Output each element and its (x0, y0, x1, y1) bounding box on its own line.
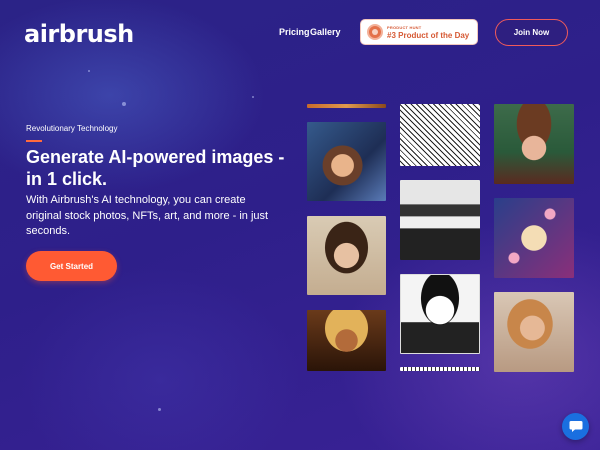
gallery-image-comic-man-portrait[interactable] (400, 274, 480, 354)
chat-button[interactable] (562, 413, 589, 440)
hero-subtext: With Airbrush's AI technology, you can c… (26, 194, 269, 237)
gallery-image-golden-headdress-portrait[interactable] (307, 310, 386, 371)
gallery-image-woman-with-hat[interactable] (494, 104, 574, 184)
background-star (158, 408, 161, 411)
chat-bubble-icon (569, 421, 582, 432)
medal-icon (367, 24, 383, 40)
gallery-image-blonde-woman-portrait[interactable] (494, 292, 574, 372)
gallery-image-comic-characters[interactable] (400, 104, 480, 166)
hero-headline: Generate AI-powered images - in 1 click. (26, 147, 285, 189)
eyebrow-underline (26, 140, 42, 142)
product-hunt-rank: #3 Product of the Day (387, 31, 470, 40)
airbrush-logo[interactable]: airbrush (24, 20, 134, 48)
product-hunt-badge[interactable]: PRODUCT HUNT #3 Product of the Day (360, 19, 478, 45)
gallery-image-brunette-portrait[interactable] (307, 216, 386, 295)
gallery-image-portrait-partial-top[interactable] (307, 104, 386, 108)
join-now-button[interactable]: Join Now (495, 19, 568, 46)
gallery-image-fantasy-elf-girl[interactable] (307, 122, 386, 201)
gallery-image-cat-on-flower[interactable] (494, 198, 574, 278)
hero-eyebrow: Revolutionary Technology (26, 124, 118, 133)
background-star (122, 102, 126, 106)
gallery-image-comic-partial-bottom[interactable] (400, 367, 480, 371)
product-hunt-label: PRODUCT HUNT (387, 25, 422, 30)
background-star (88, 70, 90, 72)
get-started-button[interactable]: Get Started (26, 251, 117, 281)
nav-gallery-link[interactable]: Gallery (310, 27, 341, 37)
background-star (252, 96, 254, 98)
nav-pricing-link[interactable]: Pricing (279, 27, 310, 37)
gallery-image-black-white-room[interactable] (400, 180, 480, 260)
